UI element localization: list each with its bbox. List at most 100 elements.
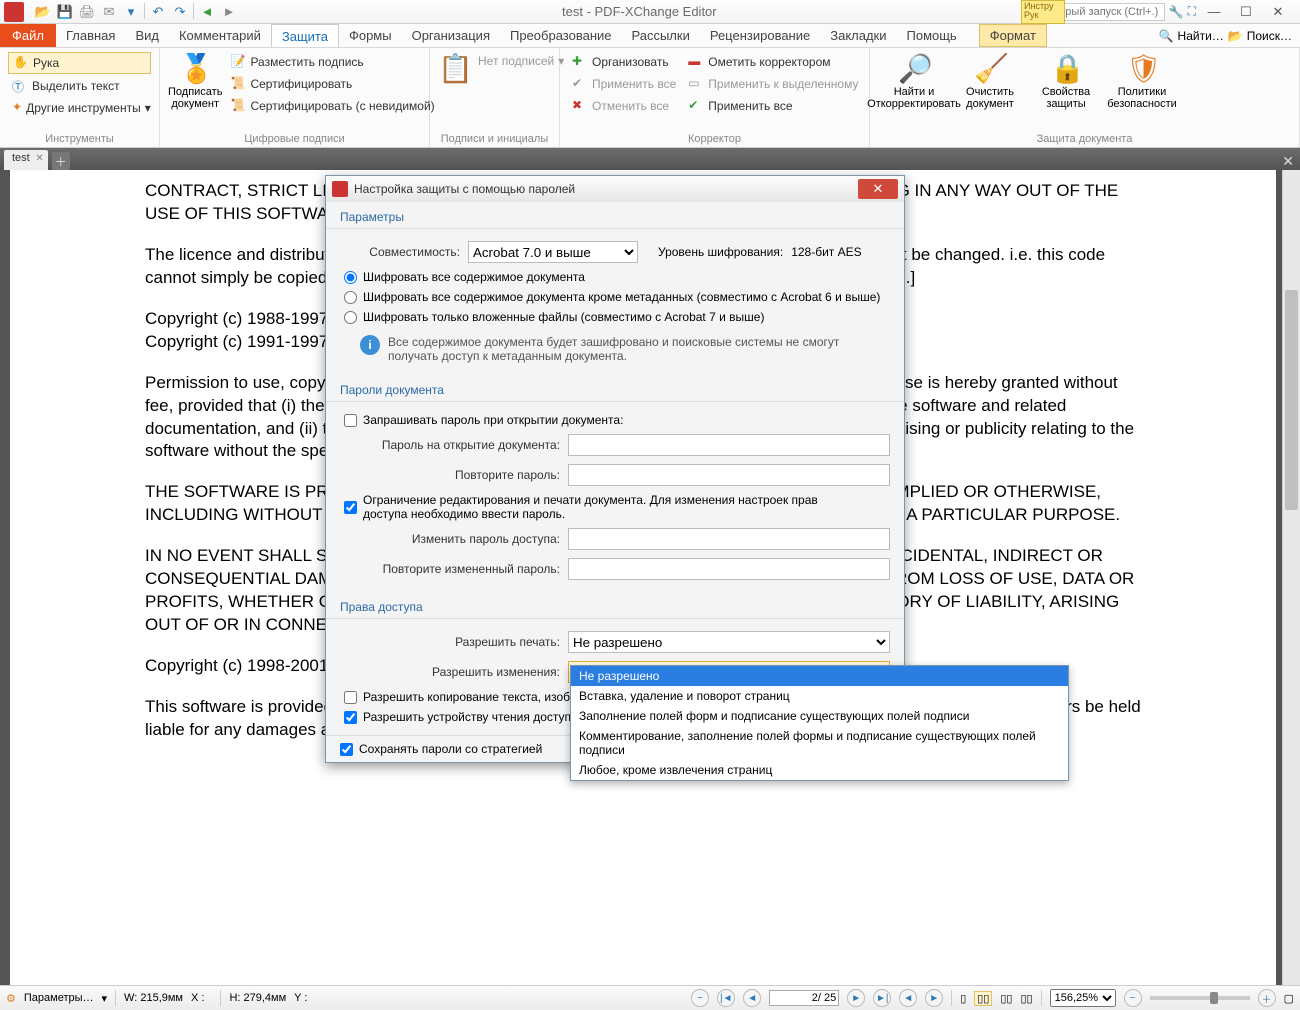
restrict-permissions-check[interactable]: Ограничение редактирования и печати доку… — [340, 490, 890, 524]
zoom-slider[interactable] — [1150, 996, 1250, 1000]
find-icon[interactable]: 🔍 — [1159, 29, 1174, 43]
tab-bookmarks[interactable]: Закладки — [820, 24, 896, 47]
print-icon[interactable]: 🖨 — [78, 3, 96, 21]
next-page-icon[interactable]: ► — [847, 989, 865, 1007]
mark-redact-button[interactable]: ▬Ометить корректором — [684, 52, 862, 72]
continuous-icon[interactable]: ▯▯ — [974, 991, 992, 1006]
tab-help[interactable]: Помощь — [897, 24, 967, 47]
dialog-close-button[interactable]: ✕ — [858, 179, 898, 199]
tab-comment[interactable]: Комментарий — [169, 24, 271, 47]
file-menu[interactable]: Файл — [0, 24, 56, 47]
allow-print-select[interactable]: Не разрешено — [568, 631, 890, 653]
nav-fwd-icon[interactable]: ► — [220, 3, 238, 21]
dropdown-option[interactable]: Вставка, удаление и поворот страниц — [571, 686, 1068, 706]
tab-format[interactable]: Формат — [979, 24, 1047, 47]
zoom-plus-icon[interactable]: ＋ — [1258, 989, 1276, 1007]
fullscreen-icon[interactable]: ⛶ — [1188, 4, 1196, 19]
apply-selection-button[interactable]: ▭Применить к выделенному — [684, 74, 862, 94]
minimize-button[interactable]: — — [1200, 2, 1228, 22]
maximize-button[interactable]: ☐ — [1232, 2, 1260, 22]
new-tab-button[interactable]: ＋ — [52, 152, 70, 170]
select-text-tool[interactable]: ⓉВыделить текст — [8, 76, 151, 96]
section-params-header: Параметры — [326, 202, 904, 228]
quick-access-toolbar: 📂 💾 🖨 ✉ ▾ ↶ ↷ ◄ ► — [28, 3, 244, 21]
mail-icon[interactable]: ✉ — [100, 3, 118, 21]
open-icon[interactable]: 📂 — [34, 3, 52, 21]
allow-changes-dropdown[interactable]: Не разрешено Вставка, удаление и поворот… — [570, 665, 1069, 781]
encrypt-except-meta-radio[interactable]: Шифровать все содержимое документа кроме… — [340, 287, 890, 307]
prev-page-icon[interactable]: ◄ — [743, 989, 761, 1007]
tab-forms[interactable]: Формы — [339, 24, 402, 47]
other-tools[interactable]: ✦Другие инструменты ▾ — [8, 98, 151, 118]
tab-review[interactable]: Рецензирование — [700, 24, 820, 47]
tab-protect[interactable]: Защита — [271, 24, 339, 47]
find-redact-icon: 🔎 — [898, 52, 930, 84]
tab-convert[interactable]: Преобразование — [500, 24, 622, 47]
sign-document-button[interactable]: 🏅 Подписать документ — [168, 52, 222, 110]
place-signature[interactable]: 📝Разместить подпись — [226, 52, 438, 72]
close-all-tabs[interactable]: ✕ — [1276, 153, 1300, 170]
lock-icon: 🔒 — [1050, 52, 1082, 84]
fit-page-icon[interactable]: ▢ — [1284, 992, 1294, 1005]
compat-select[interactable]: Acrobat 7.0 и выше — [468, 241, 638, 263]
zoom-out-icon[interactable]: − — [691, 989, 709, 1007]
two-cont-icon[interactable]: ▯▯ — [1020, 992, 1032, 1005]
apply-all2-button[interactable]: ✔Применить все — [684, 96, 862, 116]
dropdown-option[interactable]: Любое, кроме извлечения страниц — [571, 760, 1068, 780]
vertical-scrollbar[interactable] — [1282, 170, 1300, 985]
find-label[interactable]: Найти… — [1178, 29, 1224, 43]
save-icon[interactable]: 💾 — [56, 3, 74, 21]
fwd-view-icon[interactable]: ► — [925, 989, 943, 1007]
single-page-icon[interactable]: ▯ — [960, 992, 966, 1005]
no-signatures[interactable]: Нет подписей ▾ — [474, 52, 568, 70]
certify-invisible[interactable]: 📜Сертифицировать (с невидимой) — [226, 96, 438, 116]
nav-back-icon[interactable]: ◄ — [198, 3, 216, 21]
zoom-select[interactable]: 156,25% — [1050, 989, 1116, 1007]
gear-icon[interactable]: ⚙ — [6, 992, 16, 1005]
tab-organize[interactable]: Организация — [402, 24, 500, 47]
sig-panel-icon: 📋 — [438, 52, 470, 84]
search-icon[interactable]: 📂 — [1228, 29, 1243, 43]
tab-home[interactable]: Главная — [56, 24, 125, 47]
security-policies-button[interactable]: 🛡Политики безопасности — [1106, 52, 1178, 110]
tab-mail[interactable]: Рассылки — [621, 24, 699, 47]
encrypt-attachments-radio[interactable]: Шифровать только вложенные файлы (совмес… — [340, 307, 890, 327]
first-page-icon[interactable]: |◄ — [717, 989, 735, 1007]
document-tab[interactable]: test✕ — [4, 150, 48, 170]
certify[interactable]: 📜Сертифицировать — [226, 74, 438, 94]
two-page-icon[interactable]: ▯▯ — [1000, 992, 1012, 1005]
dropdown-option[interactable]: Не разрешено — [571, 666, 1068, 686]
page-number-input[interactable] — [769, 990, 839, 1006]
encrypt-all-radio[interactable]: Шифровать все содержимое документа — [340, 267, 890, 287]
find-redact-button[interactable]: 🔎Найти и Откорректировать — [878, 52, 950, 110]
perm-pw2-input[interactable] — [568, 558, 890, 580]
redo-icon[interactable]: ↷ — [171, 3, 189, 21]
dialog-titlebar[interactable]: Настройка защиты с помощью паролей ✕ — [326, 176, 904, 202]
zoom-minus-icon[interactable]: − — [1124, 989, 1142, 1007]
undo-icon[interactable]: ↶ — [149, 3, 167, 21]
scrollbar-thumb[interactable] — [1285, 290, 1298, 510]
dropdown-option[interactable]: Комментирование, заполнение полей формы … — [571, 726, 1068, 760]
ui-options-icon[interactable]: 🔧 — [1169, 5, 1184, 19]
close-button[interactable]: ✕ — [1264, 2, 1292, 22]
hand-tool[interactable]: ✋Рука — [8, 52, 151, 74]
back-view-icon[interactable]: ◄ — [899, 989, 917, 1007]
open-pw-input[interactable] — [568, 434, 890, 456]
close-tab-icon[interactable]: ✕ — [35, 153, 43, 164]
params-button[interactable]: Параметры… — [24, 992, 94, 1004]
security-props-button[interactable]: 🔒Свойства защиты — [1030, 52, 1102, 110]
tab-view[interactable]: Вид — [125, 24, 169, 47]
open-pw2-input[interactable] — [568, 464, 890, 486]
dropdown-option[interactable]: Заполнение полей форм и подписание сущес… — [571, 706, 1068, 726]
last-page-icon[interactable]: ►| — [873, 989, 891, 1007]
organize-button[interactable]: ✚Организовать — [568, 52, 680, 72]
sanitize-button[interactable]: 🧹Очистить документ — [954, 52, 1026, 110]
search-label[interactable]: Поиск… — [1247, 29, 1292, 43]
apply-all-button[interactable]: ✔Применить все — [568, 74, 680, 94]
section-permissions-header: Права доступа — [326, 592, 904, 618]
scan-icon[interactable]: ▾ — [122, 3, 140, 21]
sig-panel-button[interactable]: 📋 — [438, 52, 470, 84]
require-open-password-check[interactable]: Запрашивать пароль при открытии документ… — [340, 410, 890, 430]
perm-pw-input[interactable] — [568, 528, 890, 550]
cancel-all-button[interactable]: ✖Отменить все — [568, 96, 680, 116]
